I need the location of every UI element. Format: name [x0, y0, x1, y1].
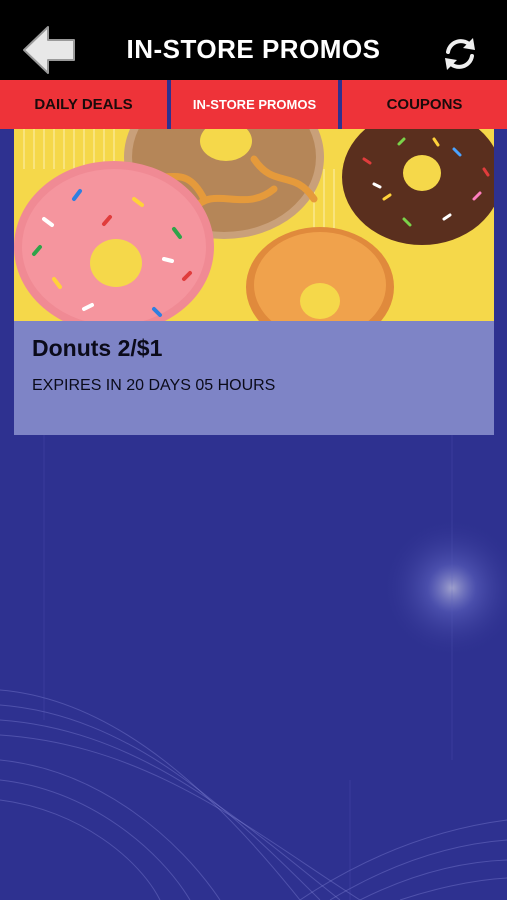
page-title: IN-STORE PROMOS	[126, 34, 381, 64]
promo-card[interactable]: Donuts 2/$1 EXPIRES IN 20 DAYS 05 HOURS	[14, 129, 494, 435]
tab-bar: DAILY DEALS IN-STORE PROMOS COUPONS	[0, 80, 507, 129]
refresh-icon[interactable]	[440, 34, 480, 74]
donuts-photo	[14, 129, 494, 321]
tab-daily-deals[interactable]: DAILY DEALS	[0, 80, 167, 129]
promo-details: Donuts 2/$1 EXPIRES IN 20 DAYS 05 HOURS	[14, 321, 494, 435]
tab-coupons[interactable]: COUPONS	[342, 80, 507, 129]
promo-title: Donuts 2/$1	[32, 335, 163, 361]
tab-in-store-promos[interactable]: IN-STORE PROMOS	[171, 80, 338, 129]
top-app-bar: IN-STORE PROMOS	[0, 0, 507, 80]
promo-expiry: EXPIRES IN 20 DAYS 05 HOURS	[32, 377, 276, 394]
